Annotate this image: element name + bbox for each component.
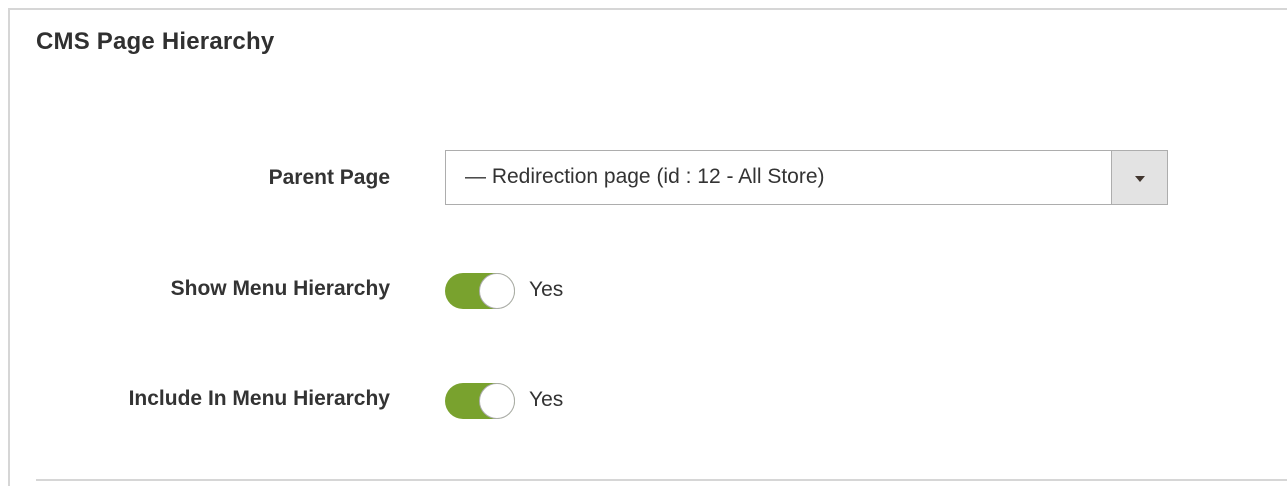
toggle-knob — [479, 273, 515, 309]
show-menu-hierarchy-label: Show Menu Hierarchy — [170, 277, 390, 300]
show-menu-hierarchy-toggle[interactable] — [445, 273, 515, 309]
parent-page-label: Parent Page — [268, 166, 390, 189]
section-frame — [8, 8, 1287, 486]
parent-page-selected-value: — Redirection page (id : 12 - All Store) — [465, 165, 825, 188]
show-menu-hierarchy-value: Yes — [529, 278, 564, 301]
include-in-menu-hierarchy-value: Yes — [529, 388, 564, 411]
toggle-knob — [479, 383, 515, 419]
section-divider — [36, 479, 1287, 481]
caret-down-icon — [1134, 175, 1145, 182]
parent-page-select[interactable]: — Redirection page (id : 12 - All Store) — [445, 150, 1168, 205]
include-in-menu-hierarchy-toggle[interactable] — [445, 383, 515, 419]
select-arrow-button[interactable] — [1111, 151, 1167, 204]
include-in-menu-hierarchy-label: Include In Menu Hierarchy — [128, 387, 390, 410]
section-title: CMS Page Hierarchy — [36, 28, 275, 55]
